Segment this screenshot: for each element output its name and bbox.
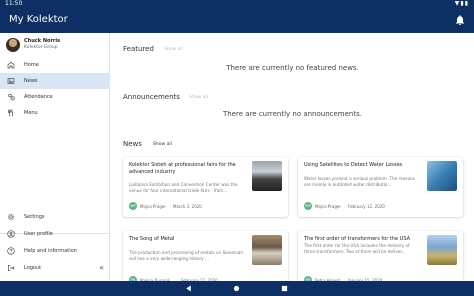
news-heading: News bbox=[123, 140, 142, 148]
sidebar-item-settings[interactable]: Settings bbox=[0, 209, 110, 225]
help-icon bbox=[7, 247, 15, 255]
news-card-image bbox=[252, 161, 282, 191]
news-card-date: March 3, 2020 bbox=[173, 204, 202, 209]
sidebar-item-label: Attendance bbox=[24, 94, 53, 100]
featured-show-all-link[interactable]: Show all bbox=[164, 47, 183, 52]
notification-bell-icon[interactable] bbox=[454, 14, 466, 26]
news-card-description: Ljubljana Exhibition and Convention Cent… bbox=[129, 182, 238, 193]
sidebar-item-label: Home bbox=[24, 62, 39, 68]
sidebar-item-help[interactable]: Help and information bbox=[0, 243, 110, 259]
news-card[interactable]: Using Satellites to Detect Water Losses … bbox=[298, 157, 463, 217]
sidebar-item-label: Logout bbox=[24, 265, 42, 271]
news-card-image bbox=[427, 161, 457, 191]
news-card-image bbox=[427, 235, 457, 265]
sidebar-item-label: Settings bbox=[24, 214, 45, 220]
profile-name: Chuck Norris bbox=[24, 38, 61, 44]
announcements-heading: Announcements bbox=[123, 93, 180, 101]
gear-icon bbox=[7, 213, 15, 221]
logout-icon bbox=[8, 265, 15, 271]
sidebar-item-news[interactable]: News bbox=[0, 73, 110, 89]
back-icon[interactable] bbox=[184, 284, 193, 293]
user-profile-header[interactable]: Chuck Norris Kolektor Group bbox=[0, 33, 110, 59]
main-content: Featured Show all There are currently no… bbox=[111, 33, 474, 291]
news-card-description: The production and processing of metals … bbox=[129, 250, 243, 261]
home-circle-icon[interactable] bbox=[232, 284, 241, 293]
author-avatar: MP bbox=[129, 202, 137, 210]
news-card-description: Water losses present a serious problem. … bbox=[304, 176, 415, 187]
featured-empty-message: There are currently no featured news. bbox=[226, 64, 359, 72]
news-card-author: Mojca Prager bbox=[315, 204, 342, 209]
collapse-sidebar-button[interactable]: « bbox=[99, 260, 104, 276]
status-icons: ▼▮▮ bbox=[454, 0, 469, 7]
author-avatar: MP bbox=[304, 202, 312, 210]
app-bar: My Kolektor bbox=[0, 8, 474, 33]
news-card-image bbox=[252, 235, 282, 265]
sidebar-item-user-profile[interactable]: User profile bbox=[0, 226, 110, 242]
sidebar-item-label: User profile bbox=[24, 231, 53, 237]
news-show-all-link[interactable]: Show all bbox=[153, 142, 172, 147]
status-time: 11:50 bbox=[5, 0, 23, 7]
announcements-empty-message: There are currently no announcements. bbox=[223, 110, 362, 118]
status-bar: 11:50 ▼▮▮ bbox=[0, 0, 474, 8]
avatar bbox=[6, 38, 20, 52]
sidebar-item-logout[interactable]: Logout « bbox=[0, 260, 110, 276]
news-card[interactable]: Kolektor Sisteh at professional fairs fo… bbox=[123, 157, 288, 217]
home-icon bbox=[7, 61, 15, 69]
announcements-show-all-link[interactable]: Show all bbox=[189, 95, 208, 100]
news-card-author: Mojca Prager bbox=[140, 204, 167, 209]
news-card-title: Using Satellites to Detect Water Losses bbox=[304, 162, 403, 168]
sidebar-item-attendance[interactable]: Attendance bbox=[0, 89, 110, 105]
profile-group: Kolektor Group bbox=[24, 45, 58, 50]
sidebar-item-label: News bbox=[24, 78, 38, 84]
sidebar-item-menu[interactable]: Menu bbox=[0, 105, 110, 121]
news-card-title: Kolektor Sisteh at professional fairs fo… bbox=[129, 162, 236, 175]
user-icon bbox=[7, 230, 15, 238]
sidebar-item-label: Menu bbox=[24, 110, 38, 116]
app-title: My Kolektor bbox=[9, 14, 68, 25]
news-card-title: The first order of transformers for the … bbox=[304, 236, 411, 242]
sidebar-item-label: Help and information bbox=[24, 248, 77, 254]
system-navigation-bar bbox=[0, 281, 474, 296]
news-card-description: The first order for the USA includes the… bbox=[304, 243, 410, 254]
sidebar: Chuck Norris Kolektor Group Home News At… bbox=[0, 33, 110, 281]
news-icon bbox=[7, 78, 15, 84]
news-card-title: The Song of Metal bbox=[129, 236, 175, 242]
recents-icon[interactable] bbox=[280, 284, 289, 293]
featured-heading: Featured bbox=[123, 45, 154, 53]
attendance-icon bbox=[8, 94, 15, 101]
menu-icon bbox=[8, 109, 13, 117]
sidebar-item-home[interactable]: Home bbox=[0, 57, 110, 73]
news-card-date: February 12, 2020 bbox=[348, 204, 385, 209]
